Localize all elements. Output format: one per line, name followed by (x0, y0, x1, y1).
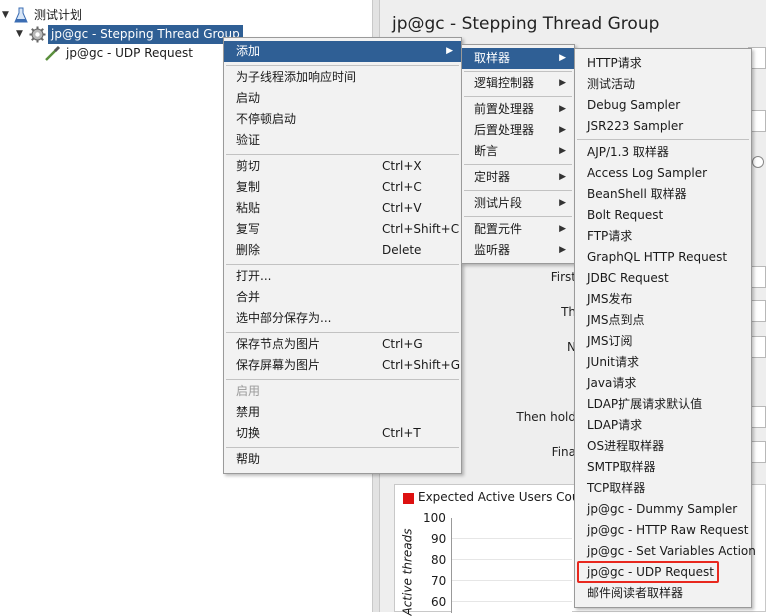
menu-separator (226, 65, 459, 66)
chart-tick-60: 60 (431, 595, 447, 609)
sampler-java[interactable]: Java请求 (575, 373, 751, 394)
menu-separator (464, 190, 572, 191)
pipette-icon (45, 45, 61, 61)
context-menu[interactable]: 添加 ▶ 为子线程添加响应时间 启动 不停顿启动 验证 剪切 Ctrl+X 复制 Ct… (223, 37, 462, 474)
sampler-jdbc[interactable]: JDBC Request (575, 268, 751, 289)
chart-tick-90: 90 (431, 532, 447, 546)
sampler-test-action[interactable]: 测试活动 (575, 74, 751, 95)
add-submenu[interactable]: 取样器 ▶ 逻辑控制器 ▶ 前置处理器 ▶ 后置处理器 ▶ 断言 ▶ 定时器 ▶ 测试片段 ▶… (461, 44, 575, 264)
menu-separator (577, 139, 749, 140)
submenu-item-logic-controller[interactable]: 逻辑控制器 ▶ (462, 73, 574, 94)
menu-separator (226, 264, 459, 265)
sampler-ajp[interactable]: AJP/1.3 取样器 (575, 142, 751, 163)
page-title: jp@gc - Stepping Thread Group (392, 14, 660, 34)
sampler-jsr223[interactable]: JSR223 Sampler (575, 116, 751, 137)
sampler-debug[interactable]: Debug Sampler (575, 95, 751, 116)
submenu-item-post-processor[interactable]: 后置处理器 ▶ (462, 120, 574, 141)
legend-swatch (403, 493, 414, 504)
menu-item-add[interactable]: 添加 ▶ (224, 41, 461, 62)
menu-separator (226, 379, 459, 380)
menu-item-validate[interactable]: 验证 (224, 130, 461, 151)
sampler-access-log[interactable]: Access Log Sampler (575, 163, 751, 184)
sampler-submenu[interactable]: HTTP请求 测试活动 Debug Sampler JSR223 Sampler… (574, 48, 756, 608)
submenu-item-timer[interactable]: 定时器 ▶ (462, 167, 574, 188)
sampler-os-process[interactable]: OS进程取样器 (575, 436, 751, 457)
chart-legend-label: Expected Active Users Count (418, 490, 592, 504)
menu-separator (464, 71, 572, 72)
collapse-toggle-icon[interactable]: ▼ (2, 10, 12, 20)
menu-separator (464, 96, 572, 97)
sampler-beanshell[interactable]: BeanShell 取样器 (575, 184, 751, 205)
field-label-n: N (567, 340, 576, 354)
sampler-ldap[interactable]: LDAP请求 (575, 415, 751, 436)
menu-item-merge[interactable]: 合并 (224, 287, 461, 308)
menu-item-start[interactable]: 启动 (224, 88, 461, 109)
menu-item-open[interactable]: 打开... (224, 266, 461, 287)
menu-item-toggle[interactable]: 切换 Ctrl+T (224, 423, 461, 444)
chart-tick-100: 100 (423, 511, 446, 525)
menu-item-enable: 启用 (236, 384, 261, 398)
tree-label-thread-group: jp@gc - Stepping Thread Group (48, 25, 243, 44)
field-label-first: First (550, 270, 576, 284)
sampler-tcp[interactable]: TCP取样器 (575, 478, 751, 499)
menu-separator (226, 332, 459, 333)
flask-icon (14, 7, 28, 23)
sampler-mail-reader[interactable]: 邮件阅读者取样器 (575, 583, 751, 604)
sampler-ldap-extended[interactable]: LDAP扩展请求默认值 (575, 394, 751, 415)
chart-y-axis-label: Active threads (400, 528, 415, 616)
tree-node-test-plan[interactable]: ▼ 测试计划 (0, 6, 200, 25)
menu-item-cut[interactable]: 剪切 Ctrl+X (224, 156, 461, 177)
chart-tick-70: 70 (431, 574, 447, 588)
sampler-http-request[interactable]: HTTP请求 (575, 53, 751, 74)
menu-item-delete[interactable]: 删除 Delete (224, 240, 461, 261)
menu-item-disable[interactable]: 禁用 (224, 402, 461, 423)
field-label-threads: Th (561, 305, 576, 319)
menu-separator (226, 447, 459, 448)
field-label-final: Fina (551, 445, 576, 459)
sampler-smtp[interactable]: SMTP取样器 (575, 457, 751, 478)
menu-separator (464, 216, 572, 217)
submenu-item-pre-processor[interactable]: 前置处理器 ▶ (462, 99, 574, 120)
menu-item-paste[interactable]: 粘贴 Ctrl+V (224, 198, 461, 219)
sampler-ftp[interactable]: FTP请求 (575, 226, 751, 247)
sampler-jms-subscriber[interactable]: JMS订阅 (575, 331, 751, 352)
radio-button[interactable] (752, 156, 764, 168)
sampler-http-raw[interactable]: jp@gc - HTTP Raw Request (575, 520, 751, 541)
sampler-set-variables[interactable]: jp@gc - Set Variables Action (575, 541, 756, 562)
tree-node-thread-group[interactable]: ▼ jp@gc - Stepping Thread Group (0, 25, 243, 44)
chart-tick-80: 80 (431, 553, 447, 567)
sampler-bolt[interactable]: Bolt Request (575, 205, 751, 226)
menu-item-save-screen-image[interactable]: 保存屏幕为图片 Ctrl+Shift+G (224, 355, 461, 376)
menu-item-duplicate[interactable]: 复写 Ctrl+Shift+C (224, 219, 461, 240)
tree-label-test-plan: 测试计划 (34, 8, 83, 22)
sampler-jms-point-to-point[interactable]: JMS点到点 (575, 310, 751, 331)
menu-item-start-no-pause[interactable]: 不停顿启动 (224, 109, 461, 130)
menu-separator (226, 154, 459, 155)
menu-item-save-node-image[interactable]: 保存节点为图片 Ctrl+G (224, 334, 461, 355)
menu-item-save-selection-as[interactable]: 选中部分保存为... (224, 308, 461, 329)
chart-plot-area (451, 518, 572, 613)
menu-item-copy[interactable]: 复制 Ctrl+C (224, 177, 461, 198)
sampler-dummy[interactable]: jp@gc - Dummy Sampler (575, 499, 751, 520)
submenu-item-sampler[interactable]: 取样器 ▶ (462, 48, 574, 69)
tree-label-udp-request: jp@gc - UDP Request (66, 46, 193, 60)
menu-item-help[interactable]: 帮助 (224, 449, 461, 470)
submenu-item-test-fragment[interactable]: 测试片段 ▶ (462, 193, 574, 214)
udp-request-highlight (577, 561, 719, 583)
tree-node-udp-request[interactable]: jp@gc - UDP Request (0, 44, 200, 63)
gear-icon (29, 26, 46, 43)
sampler-junit[interactable]: JUnit请求 (575, 352, 751, 373)
menu-separator (464, 164, 572, 165)
submenu-item-config-element[interactable]: 配置元件 ▶ (462, 219, 574, 240)
submenu-item-listener[interactable]: 监听器 ▶ (462, 240, 574, 261)
collapse-toggle-icon[interactable]: ▼ (16, 29, 26, 39)
menu-item-add-think-time[interactable]: 为子线程添加响应时间 (224, 67, 461, 88)
submenu-item-assertion[interactable]: 断言 ▶ (462, 141, 574, 162)
sampler-jms-publisher[interactable]: JMS发布 (575, 289, 751, 310)
field-label-then-hold: Then hold (516, 410, 576, 424)
sampler-graphql[interactable]: GraphQL HTTP Request (575, 247, 751, 268)
